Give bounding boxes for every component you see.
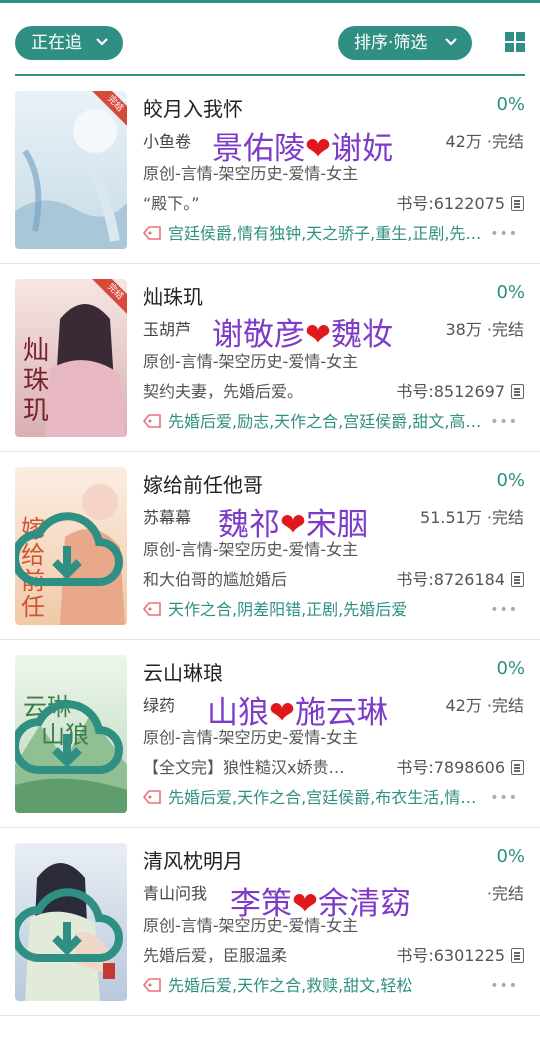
tags-text: 先婚后爱,天作之合,宫廷侯爵,布衣生活,情… [168,788,477,806]
read-progress: 0% [496,470,525,491]
cloud-download-icon[interactable] [15,663,123,813]
read-progress: 0% [496,282,525,303]
grid-view-icon[interactable] [505,32,525,52]
book-tags: 宫廷侯爵,情有独钟,天之骄子,重生,正剧,先… [143,220,495,242]
book-number-text: 书号:7898606 [396,758,505,777]
book-number[interactable]: 书号:8512697 [396,378,524,402]
follow-filter-button[interactable]: 正在追 [15,26,123,60]
book-item[interactable]: 嫁 给 前 任 嫁给前任他哥 0% 苏幕幕 51.51万 ·完结 魏祁❤宋胭 原… [0,452,540,640]
book-number[interactable]: 书号:6301225 [396,942,524,966]
copy-icon[interactable] [511,948,524,963]
book-item[interactable]: 云琳 山狼 云山琳琅 0% 绿药 42万 ·完结 山狼❤施云琳 原创-言情-架空… [0,640,540,828]
book-item[interactable]: 清风枕明月 0% 青山问我 ·完结 李策❤余清窈 原创-言情-架空历史-爱情-女… [0,828,540,1016]
book-author[interactable]: 苏幕幕 [143,504,191,528]
sort-filter-label: 排序·筛选 [354,33,428,53]
svg-text:灿: 灿 [23,336,49,366]
book-item[interactable]: 完结 皎月入我怀 0% 小鱼卷 42万 ·完结 景佑陵❤谢妧 原创-言情-架空历… [0,76,540,264]
top-accent-line [0,0,540,3]
tag-icon [143,790,161,804]
tags-text: 宫廷侯爵,情有独钟,天之骄子,重生,正剧,先… [168,224,482,242]
book-item[interactable]: 灿 珠 玑 完结 灿珠玑 0% 玉胡芦 38万 ·完结 谢敬彦❤魏妆 原创-言情… [0,264,540,452]
book-number-text: 书号:6301225 [396,946,505,965]
book-category: 原创-言情-架空历史-爱情-女主 [143,352,359,371]
cloud-download-icon[interactable] [15,851,123,1001]
book-author[interactable]: 绿药 [143,692,175,716]
book-number[interactable]: 书号:7898606 [396,754,524,778]
read-progress: 0% [496,846,525,867]
book-author[interactable]: 小鱼卷 [143,128,191,152]
tag-icon [143,414,161,428]
book-number-text: 书号:8726184 [396,570,505,589]
book-number-text: 书号:8512697 [396,382,505,401]
book-author[interactable]: 玉胡芦 [143,316,191,340]
book-category: 原创-言情-架空历史-爱情-女主 [143,728,359,747]
book-category: 原创-言情-架空历史-爱情-女主 [143,164,359,183]
book-title[interactable]: 云山琳琅 [143,657,223,686]
book-blurb: 契约夫妻，先婚后爱。 [143,382,304,401]
book-tags: 天作之合,阴差阳错,正剧,先婚后爱 [143,596,495,618]
more-icon[interactable]: ••• [490,978,518,994]
book-category: 原创-言情-架空历史-爱情-女主 [143,540,359,559]
sort-filter-button[interactable]: 排序·筛选 [338,26,472,60]
tag-icon [143,226,161,240]
book-cover[interactable] [15,843,127,1001]
more-icon[interactable]: ••• [490,790,518,806]
tags-text: 先婚后爱,天作之合,救赎,甜文,轻松 [168,976,413,994]
book-blurb: “殿下。” [143,194,200,213]
book-title[interactable]: 皎月入我怀 [143,93,243,122]
copy-icon[interactable] [511,572,524,587]
book-tags: 先婚后爱,励志,天作之合,宫廷侯爵,甜文,高… [143,408,495,430]
book-tags: 先婚后爱,天作之合,宫廷侯爵,布衣生活,情… [143,784,495,806]
more-icon[interactable]: ••• [490,602,518,618]
book-tags: 先婚后爱,天作之合,救赎,甜文,轻松 [143,972,495,994]
book-cover[interactable]: 灿 珠 玑 完结 [15,279,127,437]
svg-text:玑: 玑 [23,396,49,426]
word-count-status: 42万 ·完结 [445,696,524,715]
book-title[interactable]: 灿珠玑 [143,281,203,310]
filter-bar: 正在追 排序·筛选 [0,24,540,64]
book-blurb: 和大伯哥的尴尬婚后 [143,570,288,589]
read-progress: 0% [496,94,525,115]
chevron-down-icon [95,26,109,73]
copy-icon[interactable] [511,196,524,211]
follow-filter-label: 正在追 [31,33,82,53]
book-blurb: 先婚后爱，臣服温柔 [143,946,288,965]
tags-text: 先婚后爱,励志,天作之合,宫廷侯爵,甜文,高… [168,412,482,430]
tags-text: 天作之合,阴差阳错,正剧,先婚后爱 [168,600,408,618]
tag-icon [143,978,161,992]
book-cover[interactable]: 嫁 给 前 任 [15,467,127,625]
word-count-status: 38万 ·完结 [445,320,524,339]
book-cover[interactable]: 完结 [15,91,127,249]
svg-text:珠: 珠 [23,366,49,396]
copy-icon[interactable] [511,384,524,399]
word-count-status: 51.51万 ·完结 [420,508,524,527]
book-cover[interactable]: 云琳 山狼 [15,655,127,813]
word-count-status: 42万 ·完结 [445,132,524,151]
book-blurb: 【全文完】狼性糙汉x娇贵… [143,758,345,777]
book-title[interactable]: 清风枕明月 [143,845,243,874]
book-number-text: 书号:6122075 [396,194,505,213]
chevron-down-icon [444,26,458,73]
more-icon[interactable]: ••• [490,226,518,242]
word-count-status: ·完结 [486,884,524,903]
tag-icon [143,602,161,616]
book-title[interactable]: 嫁给前任他哥 [143,469,263,498]
book-category: 原创-言情-架空历史-爱情-女主 [143,916,359,935]
book-number[interactable]: 书号:6122075 [396,190,524,214]
book-author[interactable]: 青山问我 [143,880,207,904]
read-progress: 0% [496,658,525,679]
cloud-download-icon[interactable] [15,475,123,625]
copy-icon[interactable] [511,760,524,775]
book-number[interactable]: 书号:8726184 [396,566,524,590]
more-icon[interactable]: ••• [490,414,518,430]
